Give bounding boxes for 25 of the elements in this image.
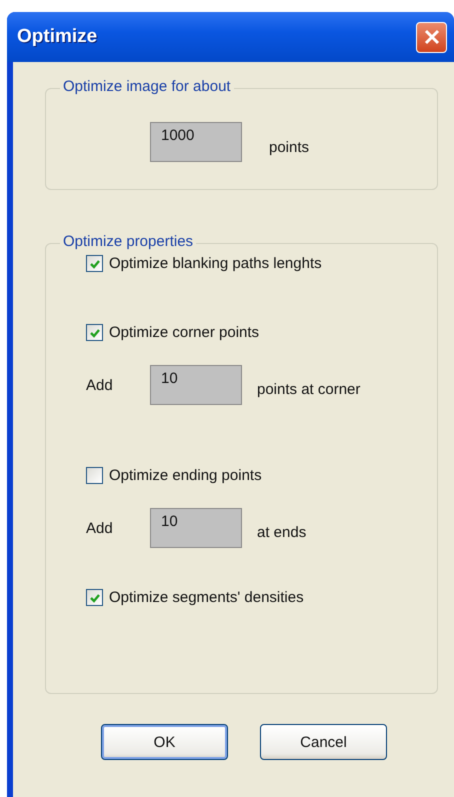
unit-label: points at corner: [257, 380, 360, 398]
checkbox-label[interactable]: Optimize segments' densities: [109, 589, 304, 606]
check-icon: [88, 592, 100, 604]
number-field[interactable]: 1000: [150, 122, 242, 162]
unit-label: points: [269, 138, 310, 156]
checkbox[interactable]: [86, 589, 103, 606]
check-icon: [88, 326, 100, 338]
group-legend: Optimize image for about: [60, 78, 234, 95]
number-field[interactable]: 10: [150, 365, 242, 405]
checkbox-label[interactable]: Optimize blanking paths lenghts: [109, 255, 322, 272]
dialog-button[interactable]: Cancel: [260, 724, 387, 760]
checkbox[interactable]: [86, 467, 103, 484]
check-icon: [88, 258, 100, 270]
window-title: Optimize: [17, 26, 98, 48]
checkbox[interactable]: [86, 255, 103, 272]
checkbox[interactable]: [86, 324, 103, 341]
close-button[interactable]: [416, 22, 447, 52]
field-label: Add: [86, 376, 114, 394]
group-legend: Optimize properties: [60, 233, 196, 250]
checkbox-label[interactable]: Optimize ending points: [109, 467, 262, 484]
number-field[interactable]: 10: [150, 508, 242, 548]
unit-label: at ends: [257, 522, 306, 540]
checkbox-label[interactable]: Optimize corner points: [109, 324, 260, 341]
field-label: Add: [86, 520, 114, 536]
dialog-button[interactable]: OK: [101, 724, 228, 760]
